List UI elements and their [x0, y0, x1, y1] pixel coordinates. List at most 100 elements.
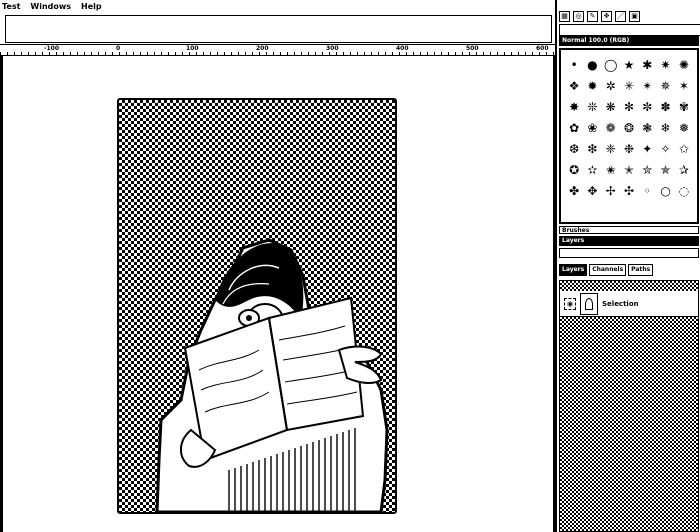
brush-item[interactable]: ✭ [620, 159, 638, 180]
ruler-tick [315, 52, 316, 55]
ruler-tick [385, 52, 386, 55]
dock-tabs: Layers Channels Paths [559, 264, 699, 276]
ruler-tick [357, 52, 358, 55]
brush-item[interactable]: ❈ [602, 138, 620, 159]
brush-item[interactable]: ✳ [620, 75, 638, 96]
ruler-tick [322, 52, 323, 55]
ruler-label: 500 [466, 45, 479, 52]
brush-item[interactable]: ✯ [656, 159, 674, 180]
crop-icon[interactable]: ▣ [629, 10, 640, 22]
ruler-tick [504, 52, 505, 55]
ruler-tick [553, 52, 554, 55]
move-icon[interactable]: ✥ [601, 10, 612, 22]
ruler-tick [525, 52, 526, 55]
ellipse-select-icon[interactable]: ◎ [573, 10, 584, 22]
canvas-area[interactable] [0, 56, 555, 532]
brush-item[interactable]: ○ [656, 180, 674, 201]
brush-item[interactable]: ✮ [638, 159, 656, 180]
brush-item[interactable]: ✱ [638, 54, 656, 75]
brush-item[interactable]: • [565, 54, 583, 75]
brush-item[interactable]: ✸ [565, 96, 583, 117]
layer-row[interactable]: ◉ Selection [560, 291, 698, 317]
tab-layers[interactable]: Layers [559, 264, 588, 276]
ruler-tick [308, 52, 309, 55]
menu-test[interactable]: Test [2, 2, 20, 11]
ruler-tick [399, 52, 400, 55]
brush-item[interactable]: ✫ [583, 159, 601, 180]
brush-item[interactable]: ★ [620, 54, 638, 75]
brush-item[interactable]: ✰ [675, 159, 693, 180]
ruler-tick [217, 52, 218, 55]
ruler-tick [238, 52, 239, 55]
brush-item[interactable]: ❁ [602, 117, 620, 138]
ruler-tick [133, 52, 134, 55]
ruler-tick [364, 52, 365, 55]
brush-item[interactable]: ✧ [656, 138, 674, 159]
brush-item[interactable]: ✩ [675, 138, 693, 159]
brush-item[interactable]: ❀ [583, 117, 601, 138]
brush-item[interactable]: ✷ [656, 54, 674, 75]
lasso-icon[interactable]: ✎ [587, 10, 598, 22]
brush-item[interactable]: ✤ [565, 180, 583, 201]
brush-item[interactable]: ✿ [565, 117, 583, 138]
brush-grid[interactable]: • ● ◯ ★ ✱ ✷ ✺ ❖ ✹ ✲ ✳ ✴ ✵ ✶ ✸ ❊ ❋ ✻ ✼ ✽ ✾ ✿ ❀ ❁ ❂ ❃ ❄ ❅ ❆ ❇ ❈ ❉ ✦ ✧ ✩ ✪ ✫ ✬ ✭ ✮… [559, 48, 699, 224]
brush-item[interactable]: ✲ [602, 75, 620, 96]
ruler-tick [105, 52, 106, 55]
brush-item[interactable]: ❅ [675, 117, 693, 138]
brush-item[interactable]: ✹ [583, 75, 601, 96]
menu-help[interactable]: Help [81, 2, 102, 11]
brush-item[interactable]: ❋ [602, 96, 620, 117]
brush-item[interactable]: ❉ [620, 138, 638, 159]
layer-mode-row[interactable] [559, 248, 699, 258]
ruler-tick [21, 52, 22, 55]
ruler-tick [434, 52, 435, 55]
brush-item[interactable]: ✪ [565, 159, 583, 180]
brush-item[interactable]: ❖ [565, 75, 583, 96]
brush-item[interactable]: ● [583, 54, 601, 75]
image-canvas[interactable] [117, 98, 397, 514]
brush-item[interactable]: ❄ [656, 117, 674, 138]
brush-item[interactable]: ✺ [675, 54, 693, 75]
brush-item[interactable]: ◌ [675, 180, 693, 201]
brush-item[interactable]: ✽ [656, 96, 674, 117]
brush-item[interactable]: ◯ [602, 54, 620, 75]
pencil-icon[interactable]: ／ [615, 10, 626, 22]
brush-item[interactable]: ✴ [638, 75, 656, 96]
rect-select-icon[interactable]: ▦ [559, 10, 570, 22]
brush-item[interactable]: ❊ [583, 96, 601, 117]
layer-list[interactable]: ◉ Selection [559, 280, 699, 532]
right-dock: ▦ ◎ ✎ ✥ ／ ▣ Normal 100.0 (RGB) • ● ◯ ★ ✱ ✷ ✺ ❖ ✹… [555, 0, 700, 532]
ruler-tick [91, 52, 92, 55]
menu-windows[interactable]: Windows [30, 2, 71, 11]
brush-item[interactable]: ✻ [620, 96, 638, 117]
ruler-tick [119, 52, 120, 55]
ruler-tick [252, 52, 253, 55]
eye-icon[interactable]: ◉ [564, 297, 576, 310]
brush-item[interactable]: ❆ [565, 138, 583, 159]
tab-paths[interactable]: Paths [628, 264, 654, 276]
brush-item[interactable]: ✬ [602, 159, 620, 180]
brush-item[interactable]: ◦ [638, 180, 656, 201]
brush-item[interactable]: ✶ [675, 75, 693, 96]
ruler-tick [273, 52, 274, 55]
ruler-tick [56, 52, 57, 55]
brush-item[interactable]: ❂ [620, 117, 638, 138]
ruler-tick [126, 52, 127, 55]
ruler-tick [329, 52, 330, 55]
tab-channels[interactable]: Channels [589, 264, 627, 276]
tool-options-strip [0, 12, 555, 46]
brush-item[interactable]: ✣ [620, 180, 638, 201]
brush-item[interactable]: ✦ [638, 138, 656, 159]
layer-name: Selection [602, 299, 639, 308]
ruler-tick [287, 52, 288, 55]
brush-item[interactable]: ✾ [675, 96, 693, 117]
ruler-tick [280, 52, 281, 55]
brush-item[interactable]: ✼ [638, 96, 656, 117]
brush-item[interactable]: ❇ [583, 138, 601, 159]
brush-item[interactable]: ✢ [602, 180, 620, 201]
brush-item[interactable]: ❃ [638, 117, 656, 138]
brush-item[interactable]: ✵ [656, 75, 674, 96]
brush-item[interactable]: ✥ [583, 180, 601, 201]
ruler-tick [546, 52, 547, 55]
ruler-tick [70, 52, 71, 55]
